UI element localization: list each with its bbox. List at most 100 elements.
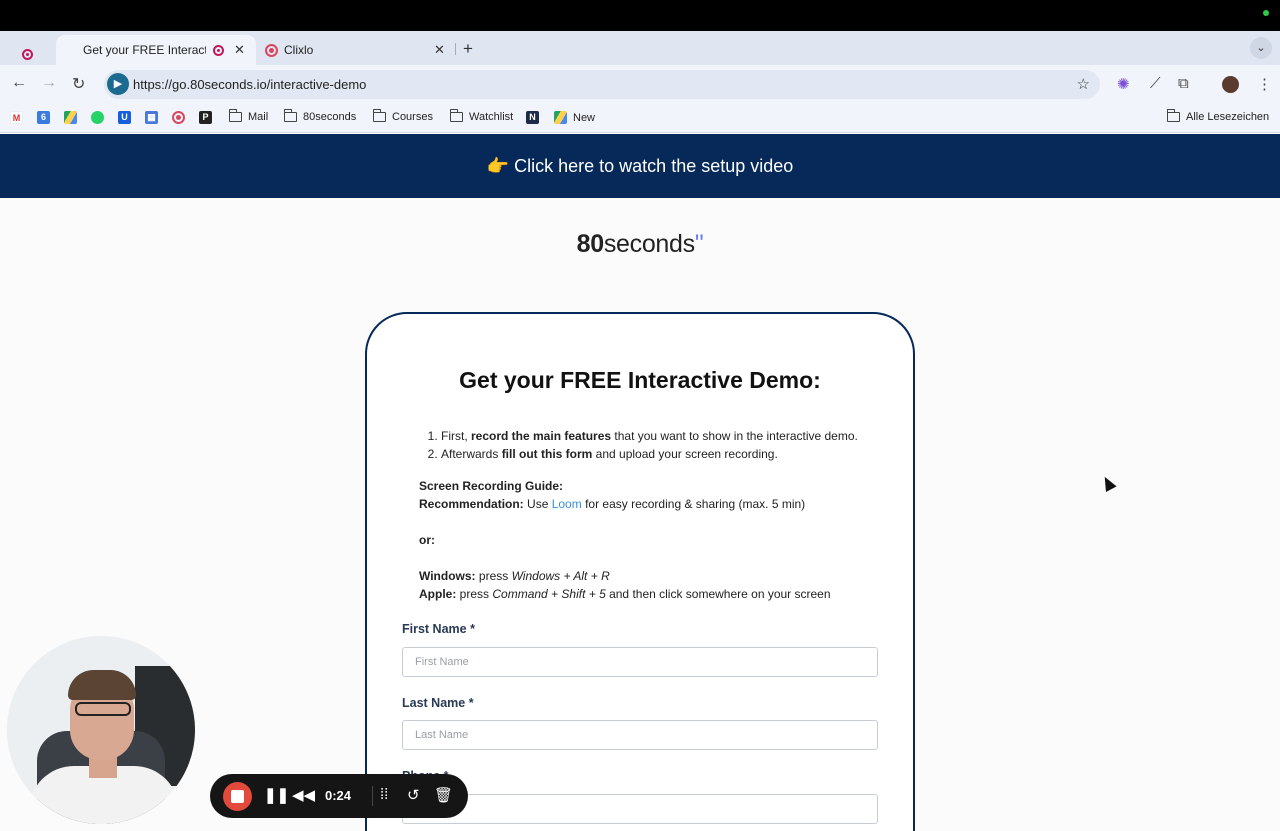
demo-form-card: Get your FREE Interactive Demo: First, r… (365, 312, 915, 831)
tab-title: Get your FREE Interactive Demo (83, 43, 206, 57)
bookmark-drive[interactable] (64, 111, 77, 124)
windows-shortcut: Windows + Alt + R (511, 569, 610, 583)
mouse-cursor (1099, 474, 1117, 492)
record-icon (213, 45, 224, 56)
step-emphasis: record the main features (471, 429, 612, 443)
rewind-icon[interactable]: ◀◀ (292, 786, 315, 804)
logo-bold: 80 (576, 230, 605, 258)
n-icon: N (526, 111, 539, 124)
bookmark-app[interactable]: ▦ (145, 111, 158, 124)
bookmark-folder-watchlist[interactable]: Watchlist (450, 109, 514, 123)
folder-icon (373, 109, 386, 122)
drive-icon (64, 111, 77, 124)
apple-shortcut: Command + Shift + 5 (492, 587, 606, 601)
back-arrow-icon[interactable]: ← (11, 74, 27, 92)
gmail-icon: M (10, 111, 23, 124)
tab-strip: Get your FREE Interactive Demo ✕ Clixlo … (0, 31, 1280, 65)
site-logo[interactable]: 80seconds" (0, 230, 1280, 259)
new-tab-button[interactable]: + (463, 39, 473, 59)
guide-text: press (456, 587, 493, 601)
list-item: First, record the main features that you… (441, 427, 858, 445)
bookmarks-bar: M 6 U ▦ P Mail 80seconds Courses Watchli… (0, 104, 1280, 133)
stop-recording-button[interactable] (223, 782, 252, 811)
close-tab-icon[interactable]: ✕ (434, 42, 445, 58)
close-tab-icon[interactable]: ✕ (234, 42, 245, 58)
bookmark-folder-courses[interactable]: Courses (373, 109, 433, 123)
setup-video-banner[interactable]: 👉 Click here to watch the setup video (0, 134, 1280, 198)
bookmark-folder-mail[interactable]: Mail (229, 109, 269, 123)
recording-guide: Screen Recording Guide: Recommendation: … (419, 477, 831, 603)
bookmark-clixlo[interactable] (172, 111, 185, 124)
tab-search-icon[interactable]: ⌄ (1250, 37, 1272, 59)
recording-timer: 0:24 (325, 788, 352, 803)
url-text[interactable]: https://go.80seconds.io/interactive-demo (133, 77, 366, 92)
os-menu-bar (0, 0, 1280, 31)
bookmark-label: 80seconds (303, 111, 357, 123)
first-name-label: First Name * (402, 622, 475, 636)
last-name-input[interactable]: Last Name (402, 720, 878, 750)
more-menu-icon[interactable]: ⋮ (1257, 75, 1272, 93)
recording-controls: ❚❚ ◀◀ 0:24 ⁞⁞ ↺ 🗑 (210, 774, 468, 818)
browser-toolbar: ← → ↻ ▶ https://go.80seconds.io/interact… (0, 65, 1280, 104)
first-name-input[interactable]: First Name (402, 647, 878, 677)
camera-indicator-icon (1263, 10, 1269, 16)
bookmark-bitwarden[interactable]: U (118, 111, 131, 124)
tab-title: Clixlo (284, 43, 314, 57)
bookmark-p[interactable]: P (199, 111, 212, 124)
phone-input[interactable] (402, 794, 878, 824)
drag-handle-icon[interactable]: ⁞⁞ (380, 786, 388, 803)
instruction-steps: First, record the main features that you… (441, 427, 858, 463)
form-title: Get your FREE Interactive Demo: (459, 367, 821, 393)
site-info-icon[interactable]: ▶ (107, 73, 129, 95)
clixlo-icon (172, 111, 185, 124)
bookmark-gmail[interactable]: M (10, 111, 23, 124)
bookmark-new[interactable]: New (554, 111, 595, 124)
guide-title: Screen Recording Guide: (419, 479, 564, 493)
forward-arrow-icon[interactable]: → (41, 74, 57, 92)
tab-separator (455, 43, 456, 55)
recommendation-label: Recommendation: (419, 497, 524, 511)
guide-text: for easy recording & sharing (max. 5 min… (581, 497, 806, 511)
loom-link[interactable]: Loom (552, 497, 582, 511)
address-bar[interactable]: ▶ https://go.80seconds.io/interactive-de… (104, 70, 1100, 99)
bookmark-star-icon[interactable]: ☆ (1077, 75, 1090, 93)
step-text: and upload your screen recording. (592, 447, 778, 461)
webcam-person-hair (68, 670, 136, 700)
all-bookmarks[interactable]: Alle Lesezeichen (1167, 109, 1270, 123)
bookmark-whatsapp[interactable] (91, 111, 104, 124)
divider (372, 786, 373, 806)
profile-avatar[interactable] (1222, 76, 1239, 93)
tab-clixlo[interactable]: Clixlo ✕ (264, 35, 454, 65)
restart-icon[interactable]: ↺ (407, 786, 420, 804)
app-icon: ▦ (145, 111, 158, 124)
puzzle-extensions-icon[interactable]: ⧉ (1178, 75, 1189, 92)
list-item: Afterwards fill out this form and upload… (441, 445, 858, 463)
record-icon (22, 48, 33, 60)
bookmark-label: Watchlist (469, 111, 514, 123)
logo-text: seconds (603, 230, 695, 258)
trash-icon[interactable]: 🗑 (434, 786, 453, 804)
guide-text: and then click somewhere on your screen (605, 587, 831, 601)
bookmark-label: New (573, 111, 596, 124)
bookmark-label: Mail (248, 111, 269, 123)
folder-icon (450, 109, 463, 122)
clixlo-icon (265, 44, 278, 57)
bookmark-folder-80seconds[interactable]: 80seconds (284, 109, 357, 123)
bookmark-calendar[interactable]: 6 (37, 111, 50, 124)
tab-interactive-demo[interactable]: Get your FREE Interactive Demo ✕ (56, 35, 256, 65)
bookmark-n[interactable]: N (526, 111, 539, 124)
calendar-icon: 6 (37, 111, 50, 124)
reload-icon[interactable]: ↻ (72, 74, 85, 94)
webcam-bubble[interactable] (7, 636, 195, 824)
pause-icon[interactable]: ❚❚ (264, 786, 289, 804)
extension-icon[interactable]: ✺ (1117, 75, 1130, 93)
bitwarden-icon: U (118, 111, 131, 124)
bookmark-label: Alle Lesezeichen (1186, 111, 1270, 123)
last-name-label: Last Name * (402, 696, 474, 710)
step-emphasis: fill out this form (501, 447, 593, 461)
step-text: that you want to show in the interactive… (611, 429, 858, 443)
windows-label: Windows: (419, 569, 476, 583)
folder-icon (284, 109, 297, 122)
edit-extension-icon[interactable]: ⟋ (1150, 75, 1161, 92)
drive-icon (554, 111, 567, 124)
